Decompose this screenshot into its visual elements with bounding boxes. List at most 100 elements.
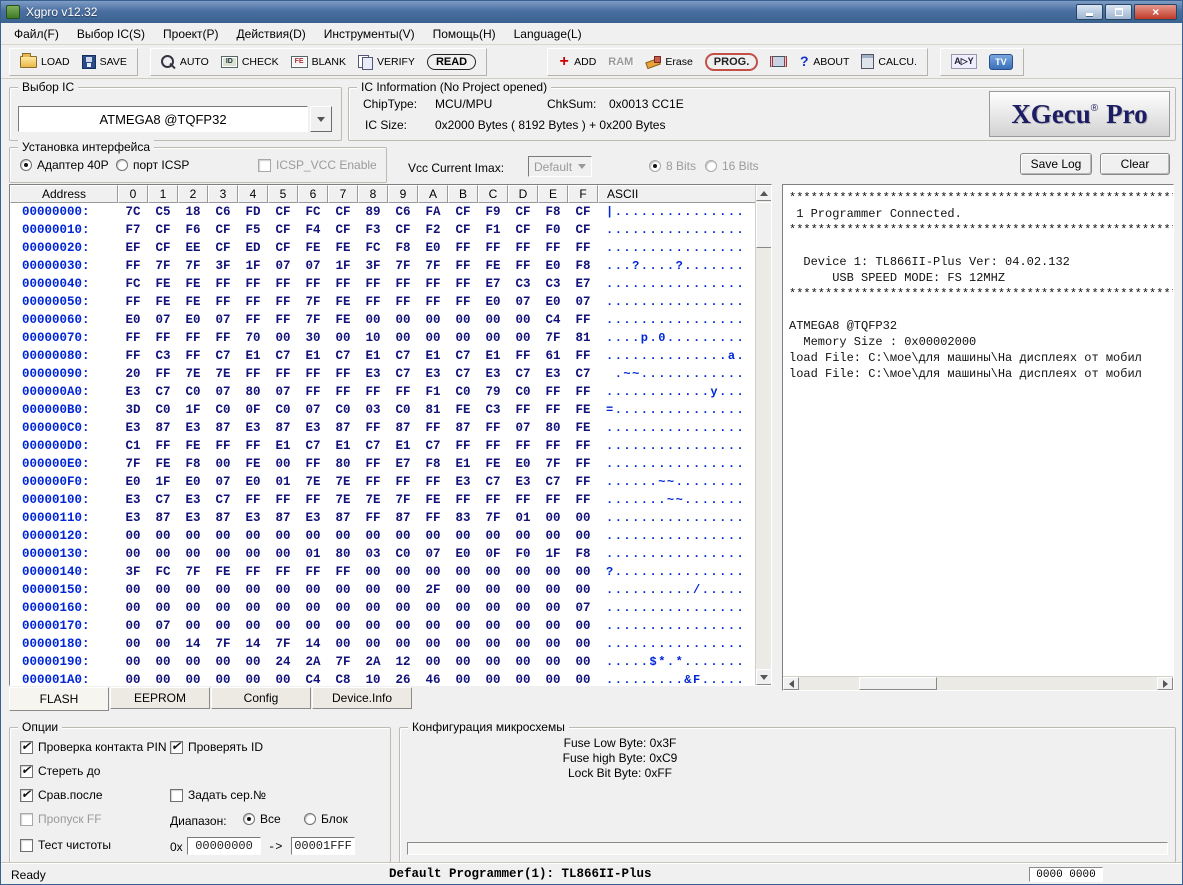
hex-byte-cell[interactable]: E0 xyxy=(178,313,208,327)
hex-byte-cell[interactable]: 00 xyxy=(298,529,328,543)
hex-byte-cell[interactable]: 14 xyxy=(298,637,328,651)
hex-byte-cell[interactable]: 00 xyxy=(178,673,208,686)
serial-number-checkbox[interactable]: Задать сер.№ xyxy=(170,788,266,802)
hex-byte-cell[interactable]: FF xyxy=(268,295,298,309)
hex-byte-cell[interactable]: 00 xyxy=(358,637,388,651)
hex-byte-cell[interactable]: FF xyxy=(388,385,418,399)
hex-byte-cell[interactable]: 00 xyxy=(388,565,418,579)
hex-byte-cell[interactable]: 00 xyxy=(568,565,598,579)
hex-byte-cell[interactable]: FF xyxy=(238,565,268,579)
hex-byte-cell[interactable]: 26 xyxy=(388,673,418,686)
hex-byte-cell[interactable]: CF xyxy=(328,223,358,237)
hex-byte-cell[interactable]: E3 xyxy=(418,367,448,381)
verify-button[interactable]: VERIFY xyxy=(352,53,421,71)
hex-byte-cell[interactable]: 79 xyxy=(478,385,508,399)
hex-byte-cell[interactable]: FF xyxy=(448,439,478,453)
hex-byte-cell[interactable]: E3 xyxy=(118,385,148,399)
tab-device-info[interactable]: Device.Info xyxy=(312,687,412,709)
hex-byte-cell[interactable]: C7 xyxy=(478,475,508,489)
hex-byte-cell[interactable]: C3 xyxy=(148,349,178,363)
hex-byte-cell[interactable]: FF xyxy=(268,565,298,579)
hex-byte-cell[interactable]: F3 xyxy=(358,223,388,237)
hex-byte-cell[interactable]: 00 xyxy=(538,583,568,597)
hex-byte-cell[interactable]: C6 xyxy=(388,205,418,219)
hex-byte-cell[interactable]: 1F xyxy=(328,259,358,273)
menu-item-tools[interactable]: Инструменты(V) xyxy=(315,24,424,44)
hex-byte-cell[interactable]: 00 xyxy=(148,673,178,686)
hex-byte-cell[interactable]: 80 xyxy=(538,421,568,435)
hex-byte-cell[interactable]: 87 xyxy=(448,421,478,435)
hex-byte-cell[interactable]: 3D xyxy=(118,403,148,417)
hex-byte-cell[interactable]: E3 xyxy=(178,493,208,507)
hex-ascii-cell[interactable]: .........&F..... xyxy=(598,673,771,686)
hex-byte-cell[interactable]: 00 xyxy=(328,583,358,597)
tab-config[interactable]: Config xyxy=(211,687,311,709)
hex-byte-cell[interactable]: 01 xyxy=(508,511,538,525)
menu-item-project[interactable]: Проект(P) xyxy=(154,24,228,44)
hex-byte-cell[interactable]: 7F xyxy=(388,493,418,507)
hex-byte-cell[interactable]: F1 xyxy=(478,223,508,237)
hex-byte-cell[interactable]: FE xyxy=(418,493,448,507)
hex-byte-cell[interactable]: FF xyxy=(508,493,538,507)
hex-byte-cell[interactable]: 03 xyxy=(358,403,388,417)
hex-byte-cell[interactable]: 2A xyxy=(298,655,328,669)
hex-byte-cell[interactable]: 87 xyxy=(268,511,298,525)
hex-byte-cell[interactable]: 00 xyxy=(448,655,478,669)
hex-byte-cell[interactable]: 00 xyxy=(238,601,268,615)
hex-byte-cell[interactable]: E0 xyxy=(178,475,208,489)
hex-byte-cell[interactable]: C1 xyxy=(118,439,148,453)
hex-byte-cell[interactable]: FF xyxy=(298,277,328,291)
scroll-right-button[interactable] xyxy=(1157,677,1173,690)
hex-byte-cell[interactable]: 7F xyxy=(538,331,568,345)
hex-byte-cell[interactable]: F6 xyxy=(178,223,208,237)
hex-byte-cell[interactable]: E0 xyxy=(508,457,538,471)
hex-byte-cell[interactable]: 00 xyxy=(478,529,508,543)
hex-byte-cell[interactable]: 00 xyxy=(358,313,388,327)
hex-byte-cell[interactable]: 87 xyxy=(148,511,178,525)
ic-test-button[interactable] xyxy=(764,54,793,69)
hex-byte-cell[interactable]: 2A xyxy=(358,655,388,669)
load-button[interactable]: LOAD xyxy=(14,54,76,70)
hex-byte-cell[interactable]: E3 xyxy=(238,511,268,525)
hex-byte-cell[interactable]: FF xyxy=(358,295,388,309)
hex-byte-cell[interactable]: FF xyxy=(538,385,568,399)
hex-byte-cell[interactable]: 7E xyxy=(178,367,208,381)
hex-byte-cell[interactable]: 00 xyxy=(448,313,478,327)
tab-flash[interactable]: FLASH xyxy=(9,687,109,711)
pin-check-checkbox[interactable]: Проверка контакта PIN xyxy=(20,740,167,754)
hex-byte-cell[interactable]: FF xyxy=(358,457,388,471)
hex-byte-cell[interactable]: 00 xyxy=(448,673,478,686)
hex-byte-cell[interactable]: 07 xyxy=(208,385,238,399)
hex-byte-cell[interactable]: 00 xyxy=(358,565,388,579)
hex-byte-cell[interactable]: 00 xyxy=(118,619,148,633)
hex-byte-cell[interactable]: 83 xyxy=(448,511,478,525)
hex-byte-cell[interactable]: 00 xyxy=(118,673,148,686)
hex-byte-cell[interactable]: E0 xyxy=(418,241,448,255)
hex-byte-cell[interactable]: 00 xyxy=(298,601,328,615)
hex-byte-cell[interactable]: C0 xyxy=(208,403,238,417)
hex-byte-cell[interactable]: 00 xyxy=(508,565,538,579)
scroll-up-button[interactable] xyxy=(756,185,772,201)
hex-byte-cell[interactable]: C0 xyxy=(178,385,208,399)
hex-byte-cell[interactable]: F4 xyxy=(298,223,328,237)
addr-to-input[interactable] xyxy=(291,837,355,855)
hex-byte-cell[interactable]: 7F xyxy=(208,637,238,651)
hex-byte-cell[interactable]: F0 xyxy=(538,223,568,237)
hex-byte-cell[interactable]: FF xyxy=(358,475,388,489)
hex-byte-cell[interactable]: E0 xyxy=(478,295,508,309)
hex-byte-cell[interactable]: 00 xyxy=(418,619,448,633)
hex-byte-cell[interactable]: 00 xyxy=(208,529,238,543)
hex-byte-cell[interactable]: FE xyxy=(448,403,478,417)
hex-byte-cell[interactable]: 80 xyxy=(328,547,358,561)
hex-byte-cell[interactable]: FF xyxy=(208,439,238,453)
hex-byte-cell[interactable]: FF xyxy=(118,349,148,363)
hex-byte-cell[interactable]: 00 xyxy=(238,583,268,597)
hex-byte-cell[interactable]: 00 xyxy=(478,583,508,597)
hex-byte-cell[interactable]: F8 xyxy=(568,547,598,561)
hex-byte-cell[interactable]: E3 xyxy=(508,475,538,489)
hex-byte-cell[interactable]: 00 xyxy=(508,529,538,543)
hex-byte-cell[interactable]: 00 xyxy=(478,619,508,633)
hex-byte-cell[interactable]: FF xyxy=(418,511,448,525)
hex-byte-cell[interactable]: 07 xyxy=(568,601,598,615)
hex-byte-cell[interactable]: E7 xyxy=(478,277,508,291)
